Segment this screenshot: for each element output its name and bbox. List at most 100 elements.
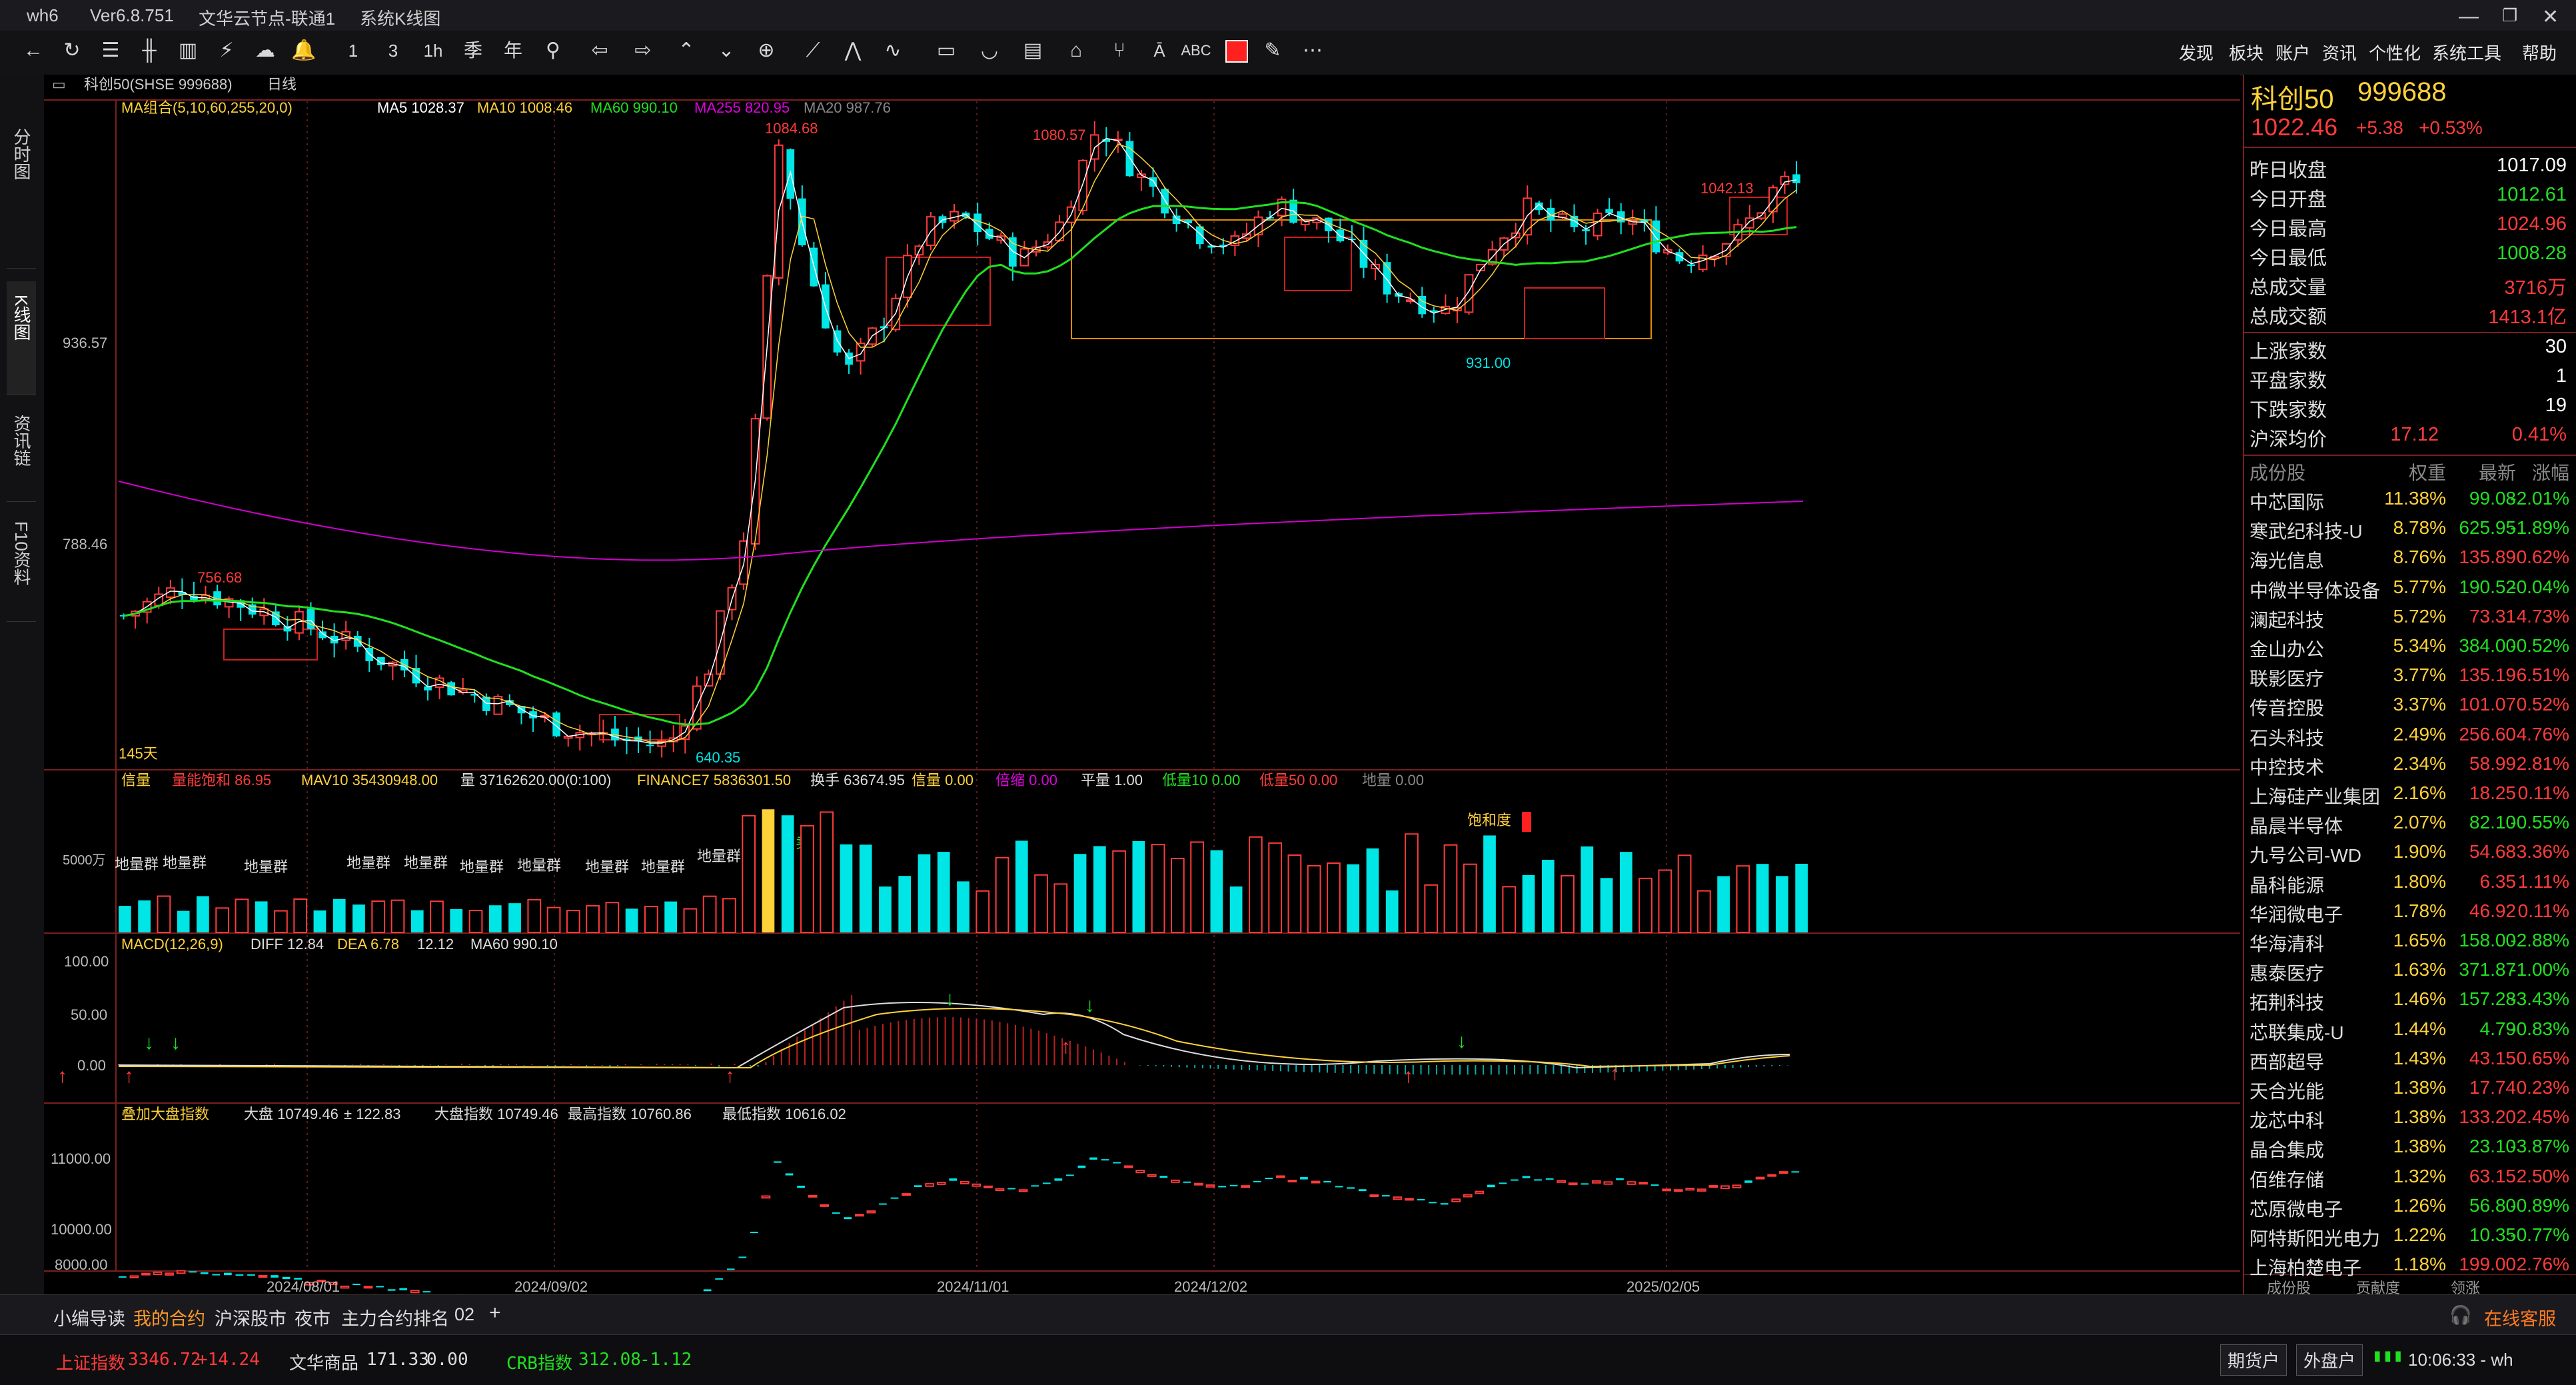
macd-title[interactable]: MACD(12,26,9) (121, 936, 223, 952)
red-box-3[interactable] (1525, 288, 1605, 339)
year-icon[interactable]: 年 (500, 37, 526, 64)
consolidation-box[interactable] (1071, 220, 1651, 339)
server-name[interactable]: 文华云节点-联通1 (199, 5, 335, 30)
component-row[interactable]: 阿特斯阳光电力1.22%10.35-0.77% (2250, 1224, 2572, 1254)
arrow-down-icon[interactable]: ⌄ (713, 37, 740, 64)
component-row[interactable]: 中芯国际11.38%99.08-2.01% (2250, 488, 2572, 517)
kline-chart-area[interactable]: ▭ 科创50(SHSE 999688) 日线 MA组合(5,10,60,255,… (44, 75, 2240, 1294)
menu-help[interactable]: 帮助 (2522, 40, 2557, 65)
menu-news[interactable]: 资讯 (2322, 40, 2357, 65)
refresh-icon[interactable]: ↻ (59, 37, 85, 64)
component-row[interactable]: 寒武纪科技-U8.78%625.95-1.89% (2250, 517, 2572, 547)
component-row[interactable]: 佰维存储1.32%63.152.50% (2250, 1166, 2572, 1195)
foreign-account-button[interactable]: 外盘户 (2296, 1344, 2363, 1376)
tab-night-market[interactable]: 夜市 (295, 1304, 330, 1330)
crosshair-icon[interactable]: ⊕ (753, 37, 780, 64)
tab-kline[interactable]: K线图 (7, 281, 36, 395)
tab-my-contracts[interactable]: 我的合约 (133, 1304, 205, 1330)
arrow-right-icon[interactable]: ⇨ (630, 37, 656, 64)
tab-main-contract-rank[interactable]: 主力合约排名 (341, 1304, 449, 1330)
fork-icon[interactable]: ⑂ (1106, 37, 1133, 64)
arc-tool-icon[interactable]: ◡ (976, 37, 1003, 64)
customer-service-link[interactable]: 在线客服 (2484, 1304, 2556, 1330)
tab-f10[interactable]: F10资料 (7, 508, 36, 622)
tab-timeshare[interactable]: 分时图 (7, 115, 36, 269)
status-crb-name[interactable]: CRB指数 (506, 1350, 572, 1374)
chart-period[interactable]: 日线 (267, 76, 297, 93)
component-row[interactable]: 天合光能1.38%17.740.23% (2250, 1077, 2572, 1106)
zigzag-icon[interactable]: ⋀ (840, 37, 866, 64)
component-row[interactable]: 九号公司-WD1.90%54.683.36% (2250, 841, 2572, 870)
component-row[interactable]: 惠泰医疗1.63%371.87-1.00% (2250, 959, 2572, 988)
rect-tool-icon[interactable]: ▭ (933, 37, 960, 64)
fib-tool-icon[interactable]: ▤ (1019, 37, 1046, 64)
line-tool-icon[interactable]: ⟋ (800, 37, 826, 64)
index-title[interactable]: 叠加大盘指数 (121, 1106, 209, 1122)
component-header-1[interactable]: 权重 (2373, 459, 2446, 485)
cloud-icon[interactable]: ☁ (252, 37, 279, 64)
add-tab-button[interactable]: + (489, 1302, 501, 1324)
red-box-2[interactable] (1285, 237, 1351, 291)
menu-system-tools[interactable]: 系统工具 (2432, 40, 2501, 65)
menu-sector[interactable]: 板块 (2229, 40, 2263, 65)
tab-hs-stocks[interactable]: 沪深股市 (215, 1304, 287, 1330)
menu-personalize[interactable]: 个性化 (2369, 40, 2421, 65)
kline-chart-svg[interactable]: ▭ 科创50(SHSE 999688) 日线 MA组合(5,10,60,255,… (44, 75, 2240, 1294)
window-tab-title[interactable]: 系统K线图 (360, 5, 440, 30)
component-row[interactable]: 西部超导1.43%43.150.65% (2250, 1048, 2572, 1077)
list-icon[interactable]: ☰ (97, 37, 124, 64)
zigzag2-icon[interactable]: ∿ (880, 37, 906, 64)
menu-account[interactable]: 账户 (2275, 40, 2310, 65)
component-row[interactable]: 芯原微电子1.26%56.80-0.89% (2250, 1195, 2572, 1224)
component-row[interactable]: 芯联集成-U1.44%4.79-0.83% (2250, 1018, 2572, 1048)
tab-editor-guide[interactable]: 小编导读 (53, 1304, 125, 1330)
component-row[interactable]: 上海硅产业集团2.16%18.250.11% (2250, 782, 2572, 812)
tab-news-chain[interactable]: 资讯链 (7, 401, 36, 502)
red-box-6[interactable] (224, 629, 317, 660)
arrow-left-icon[interactable]: ⇦ (586, 37, 613, 64)
component-header-0[interactable]: 成份股 (2250, 459, 2305, 485)
period-3-icon[interactable]: 3 (380, 37, 406, 64)
period-1-icon[interactable]: 1 (340, 37, 366, 64)
component-row[interactable]: 华润微电子1.78%46.920.11% (2250, 900, 2572, 930)
component-row[interactable]: 拓荆科技1.46%157.28-3.43% (2250, 988, 2572, 1018)
more-icon[interactable]: ⋯ (1299, 37, 1326, 64)
component-row[interactable]: 晶晨半导体2.07%82.10-0.55% (2250, 812, 2572, 841)
ma-group-label[interactable]: MA组合(5,10,60,255,20,0) (121, 99, 293, 116)
line-style-icon[interactable]: ⚡ (213, 37, 240, 64)
zoom-icon[interactable]: ⚲ (540, 37, 566, 64)
component-row[interactable]: 华海清科1.65%158.00-2.88% (2250, 930, 2572, 959)
color-swatch-icon[interactable] (1223, 37, 1250, 64)
season-icon[interactable]: 季 (460, 37, 486, 64)
red-box-1[interactable] (886, 257, 990, 325)
component-row[interactable]: 海光信息8.76%135.890.62% (2250, 547, 2572, 576)
headset-icon[interactable]: 🎧 (2449, 1304, 2472, 1326)
restore-icon[interactable]: ❐ (2502, 5, 2517, 26)
component-row[interactable]: 石头科技2.49%256.604.76% (2250, 724, 2572, 753)
minimize-icon[interactable]: — (2459, 5, 2479, 28)
tab-02[interactable]: 02 (454, 1304, 474, 1325)
arrow-up-icon[interactable]: ⌃ (673, 37, 700, 64)
component-row[interactable]: 中微半导体设备5.77%190.52-0.04% (2250, 577, 2572, 606)
component-row[interactable]: 金山办公5.34%384.00-0.52% (2250, 635, 2572, 665)
period-1h-icon[interactable]: 1h (420, 37, 446, 64)
component-row[interactable]: 联影医疗3.77%135.196.51% (2250, 665, 2572, 694)
volume-title[interactable]: 信量 (121, 772, 151, 788)
menu-discover[interactable]: 发现 (2179, 40, 2214, 65)
status-sh-name[interactable]: 上证指数 (56, 1350, 125, 1374)
abc-tool-icon[interactable]: ABC (1179, 37, 1213, 64)
component-row[interactable]: 晶科能源1.80%6.351.11% (2250, 871, 2572, 900)
bar-chart-icon[interactable]: ▥ (175, 37, 201, 64)
component-row[interactable]: 龙芯中科1.38%133.202.45% (2250, 1106, 2572, 1136)
close-icon[interactable]: ✕ (2542, 5, 2559, 29)
component-row[interactable]: 中控技术2.34%58.992.81% (2250, 753, 2572, 782)
eraser-icon[interactable]: ✎ (1259, 37, 1286, 64)
component-header-3[interactable]: 涨幅 (2496, 459, 2569, 485)
component-row[interactable]: 澜起科技5.72%73.314.73% (2250, 606, 2572, 635)
status-wh-name[interactable]: 文华商品 (289, 1350, 358, 1374)
component-row[interactable]: 晶合集成1.38%23.10-3.87% (2250, 1136, 2572, 1165)
house-icon[interactable]: ⌂ (1063, 37, 1089, 64)
candle-icon[interactable]: ╫ (136, 37, 163, 64)
futures-account-button[interactable]: 期货户 (2220, 1344, 2287, 1376)
text-tool-icon[interactable]: Ā (1146, 37, 1173, 64)
